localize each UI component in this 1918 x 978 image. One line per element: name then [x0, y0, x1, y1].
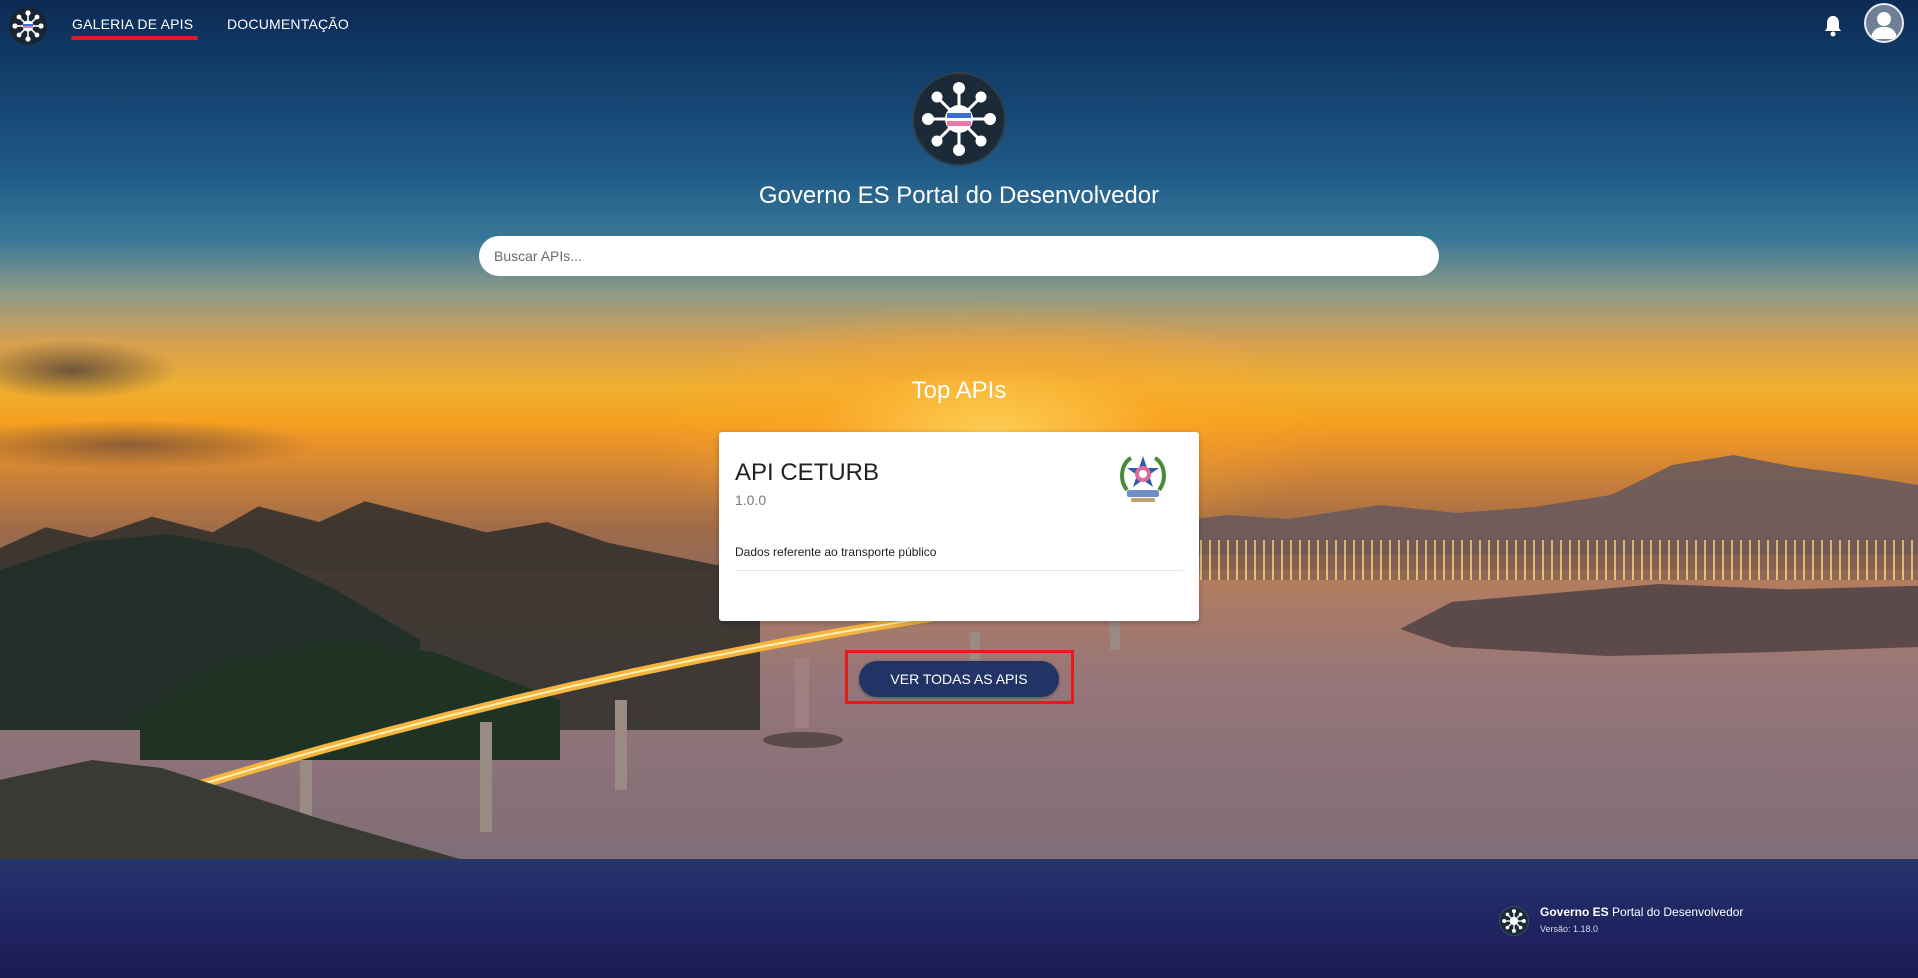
- api-card-description: Dados referente ao transporte público: [735, 545, 937, 559]
- user-avatar-icon[interactable]: [1864, 3, 1904, 43]
- search-input[interactable]: [479, 236, 1439, 276]
- view-all-apis-button[interactable]: VER TODAS AS APIS: [859, 661, 1059, 697]
- footer-brand: Governo ES Portal do Desenvolvedor: [1540, 905, 1743, 919]
- coat-of-arms-icon: [1117, 450, 1169, 506]
- footer-brand-rest: Portal do Desenvolvedor: [1608, 905, 1744, 919]
- portal-logo: [912, 72, 1006, 166]
- api-card[interactable]: API CETURB 1.0.0 Dados referente ao tran…: [719, 432, 1199, 621]
- top-navbar: GALERIA DE APIS DOCUMENTAÇÃO: [0, 0, 1918, 50]
- active-tab-indicator: [71, 36, 198, 40]
- footer-version: Versão: 1.18.0: [1540, 924, 1599, 934]
- api-card-title[interactable]: API CETURB: [735, 459, 879, 487]
- nav-gallery-link[interactable]: GALERIA DE APIS: [72, 16, 193, 32]
- portal-title: Governo ES Portal do Desenvolvedor: [758, 182, 1160, 209]
- nav-docs-link[interactable]: DOCUMENTAÇÃO: [227, 16, 349, 32]
- network-logo-icon[interactable]: [9, 7, 47, 45]
- footer-brand-bold: Governo ES: [1540, 905, 1609, 919]
- api-card-version: 1.0.0: [735, 492, 767, 508]
- divider: [735, 570, 1183, 571]
- top-apis-heading: Top APIs: [911, 377, 1007, 404]
- footer: Governo ES Portal do Desenvolvedor Versã…: [0, 859, 1918, 978]
- network-logo-icon: [1499, 906, 1529, 936]
- bell-icon[interactable]: [1822, 14, 1844, 38]
